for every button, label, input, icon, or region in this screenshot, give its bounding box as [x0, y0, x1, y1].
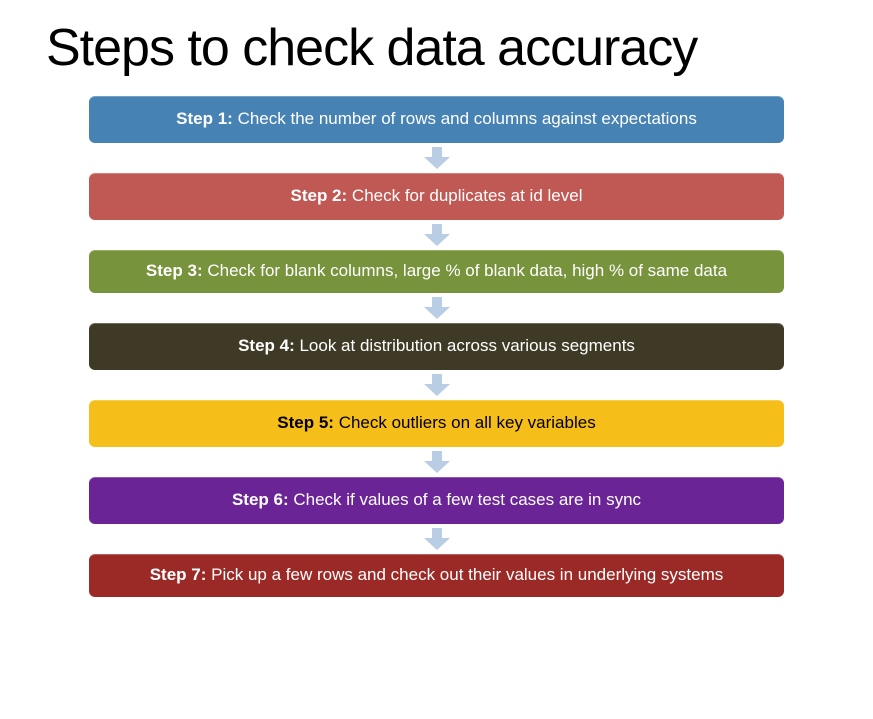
- step-7: Step 7: Pick up a few rows and check out…: [89, 554, 784, 597]
- page-title: Steps to check data accuracy: [0, 0, 873, 96]
- step-5: Step 5: Check outliers on all key variab…: [89, 400, 784, 447]
- step-text: Check for blank columns, large % of blan…: [203, 261, 727, 280]
- arrow-down-icon: [424, 147, 450, 169]
- step-1: Step 1: Check the number of rows and col…: [89, 96, 784, 143]
- step-6: Step 6: Check if values of a few test ca…: [89, 477, 784, 524]
- step-text: Look at distribution across various segm…: [295, 336, 635, 355]
- step-text: Check if values of a few test cases are …: [289, 490, 641, 509]
- step-label: Step 2:: [291, 186, 348, 205]
- step-label: Step 1:: [176, 109, 233, 128]
- step-label: Step 7:: [150, 565, 207, 584]
- step-label: Step 5:: [277, 413, 334, 432]
- step-label: Step 3:: [146, 261, 203, 280]
- arrow-down-icon: [424, 528, 450, 550]
- step-3: Step 3: Check for blank columns, large %…: [89, 250, 784, 293]
- arrow-down-icon: [424, 297, 450, 319]
- step-4: Step 4: Look at distribution across vari…: [89, 323, 784, 370]
- arrow-down-icon: [424, 451, 450, 473]
- arrow-down-icon: [424, 374, 450, 396]
- step-label: Step 6:: [232, 490, 289, 509]
- step-2: Step 2: Check for duplicates at id level: [89, 173, 784, 220]
- flow-container: Step 1: Check the number of rows and col…: [89, 96, 784, 597]
- step-label: Step 4:: [238, 336, 295, 355]
- step-text: Check outliers on all key variables: [334, 413, 596, 432]
- arrow-down-icon: [424, 224, 450, 246]
- step-text: Check the number of rows and columns aga…: [233, 109, 697, 128]
- step-text: Check for duplicates at id level: [347, 186, 582, 205]
- step-text: Pick up a few rows and check out their v…: [206, 565, 723, 584]
